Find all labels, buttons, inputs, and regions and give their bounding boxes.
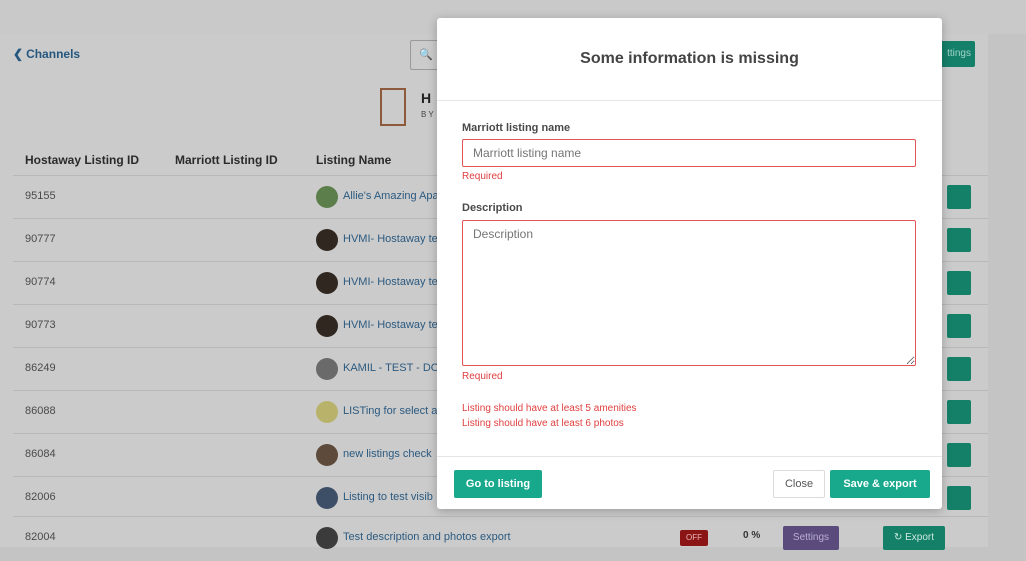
listing-name-link[interactable]: HVMI- Hostaway te <box>343 276 438 288</box>
listing-name-link[interactable]: Listing to test visib <box>343 491 438 503</box>
photos-warning: Listing should have at least 6 photos <box>462 418 624 429</box>
description-error: Required <box>462 371 503 382</box>
export-button[interactable] <box>947 443 971 467</box>
listing-name-link[interactable]: LISTing for select a <box>343 405 438 417</box>
listing-name-link[interactable]: HVMI- Hostaway te <box>343 319 438 331</box>
listing-thumbnail <box>316 444 338 466</box>
name-label: Marriott listing name <box>462 122 571 134</box>
chevron-left-icon: ❮ <box>13 47 24 61</box>
back-link[interactable]: ❮ Channels <box>13 47 80 61</box>
export-button[interactable] <box>947 400 971 424</box>
listing-thumbnail <box>316 186 338 208</box>
export-label: Export <box>905 532 935 543</box>
missing-info-modal: Some information is missing Marriott lis… <box>437 18 942 509</box>
brand-sub: BY <box>421 110 436 119</box>
save-export-button[interactable]: Save & export <box>830 470 930 498</box>
listing-name-link[interactable]: new listings check <box>343 448 438 460</box>
export-button[interactable] <box>947 271 971 295</box>
back-label: Channels <box>26 47 81 61</box>
description-label: Description <box>462 202 523 214</box>
listing-name-link[interactable]: Test description and photos export <box>343 531 543 543</box>
modal-title: Some information is missing <box>437 18 942 101</box>
export-button[interactable] <box>947 185 971 209</box>
export-button[interactable] <box>947 357 971 381</box>
name-error: Required <box>462 171 503 182</box>
description-textarea[interactable] <box>462 220 916 366</box>
amenities-warning: Listing should have at least 5 amenities <box>462 403 637 414</box>
go-to-listing-button[interactable]: Go to listing <box>454 470 542 498</box>
row-settings-button[interactable]: Settings <box>783 526 839 550</box>
refresh-icon: ↻ <box>893 532 906 543</box>
hostaway-id: 90774 <box>25 276 56 288</box>
table-row: 82004 Test description and photos export O… <box>13 516 988 561</box>
column-listing-name: Listing Name <box>316 153 392 167</box>
modal-footer-divider <box>437 456 942 457</box>
listing-thumbnail <box>316 272 338 294</box>
hostaway-id: 86088 <box>25 405 56 417</box>
close-button[interactable]: Close <box>773 470 825 498</box>
export-button[interactable] <box>947 486 971 510</box>
hostaway-id: 90773 <box>25 319 56 331</box>
hostaway-id: 82004 <box>25 531 56 543</box>
listing-thumbnail <box>316 401 338 423</box>
brand-letter: H <box>421 90 432 106</box>
hostaway-id: 90777 <box>25 233 56 245</box>
export-button[interactable] <box>947 314 971 338</box>
listing-thumbnail <box>316 487 338 509</box>
search-icon: 🔍 <box>419 49 433 61</box>
hostaway-id: 86084 <box>25 448 56 460</box>
marriott-name-input[interactable] <box>462 139 916 167</box>
hostaway-id: 95155 <box>25 190 56 202</box>
listing-name-link[interactable]: KAMIL - TEST - DOI <box>343 362 438 374</box>
export-button[interactable]: ↻ Export <box>883 526 945 550</box>
column-hostaway-id: Hostaway Listing ID <box>25 153 140 167</box>
listing-thumbnail <box>316 358 338 380</box>
listing-name-link[interactable]: HVMI- Hostaway te <box>343 233 438 245</box>
listing-name-link[interactable]: Allie's Amazing Apa <box>343 190 438 202</box>
hostaway-id: 82006 <box>25 491 56 503</box>
completion-percent: 0 % <box>743 530 761 541</box>
brand-logo <box>380 88 406 126</box>
column-marriott-id: Marriott Listing ID <box>175 153 278 167</box>
listing-thumbnail <box>316 229 338 251</box>
listing-thumbnail <box>316 315 338 337</box>
hostaway-id: 86249 <box>25 362 56 374</box>
status-badge[interactable]: OFF <box>680 530 708 546</box>
export-button[interactable] <box>947 228 971 252</box>
listing-thumbnail <box>316 527 338 549</box>
